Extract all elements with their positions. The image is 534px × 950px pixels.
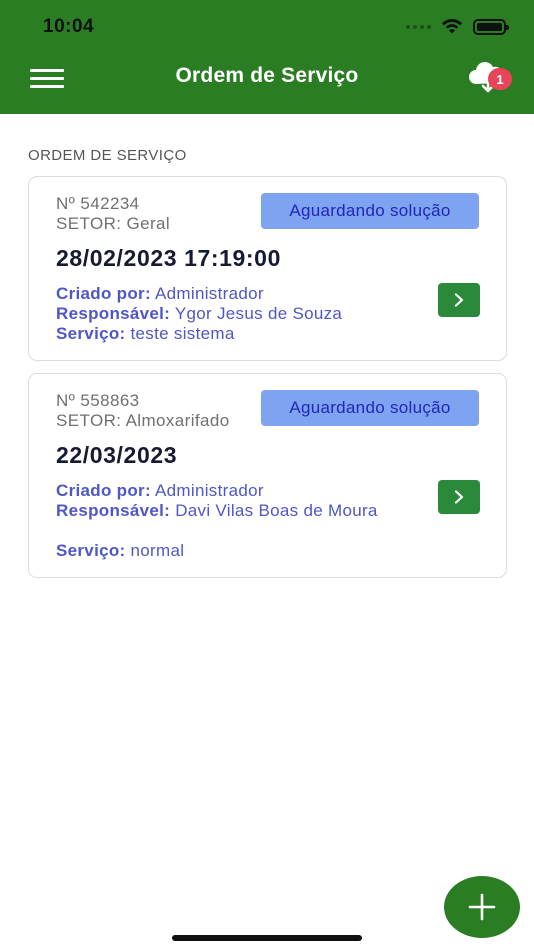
battery-icon: [473, 18, 509, 35]
responsible-line: Responsável: Ygor Jesus de Souza: [56, 304, 411, 324]
service-line: Serviço: teste sistema: [56, 324, 411, 344]
order-number: Nº 558863: [56, 391, 140, 410]
responsible-value: Ygor Jesus de Souza: [174, 304, 343, 323]
order-datetime: 22/03/2023: [56, 442, 178, 468]
created-by-line: Criado por: Administrador: [56, 481, 411, 501]
chevron-right-icon: [454, 293, 464, 307]
wifi-icon: [442, 18, 462, 34]
service-order-card: Nº 558863 SETOR: Almoxarifado Aguardando…: [28, 373, 507, 578]
responsible-label: Responsável:: [56, 501, 171, 520]
service-label: Serviço:: [56, 541, 126, 560]
responsible-line: Responsável: Davi Vilas Boas de Moura: [56, 501, 411, 521]
plus-icon: [468, 893, 496, 921]
created-by-value: Administrador: [155, 481, 264, 500]
created-by-value: Administrador: [155, 284, 264, 303]
home-indicator: [172, 935, 362, 941]
responsible-value: Davi Vilas Boas de Moura: [175, 501, 378, 520]
order-sector: SETOR: Almoxarifado: [56, 411, 230, 430]
section-title: ORDEM DE SERVIÇO: [28, 147, 187, 164]
status-badge: Aguardando solução: [261, 193, 479, 229]
service-order-card: Nº 542234 SETOR: Geral Aguardando soluçã…: [28, 176, 507, 361]
created-by-line: Criado por: Administrador: [56, 284, 411, 304]
open-order-button[interactable]: [438, 480, 480, 514]
status-icons: [406, 18, 509, 35]
add-order-button[interactable]: [444, 876, 520, 938]
page-title: Ordem de Serviço: [175, 64, 359, 87]
created-by-label: Criado por:: [56, 481, 151, 500]
status-bar: 10:04: [0, 0, 534, 56]
status-badge: Aguardando solução: [261, 390, 479, 426]
service-label: Serviço:: [56, 324, 126, 343]
service-value: teste sistema: [130, 324, 235, 343]
app-header: 10:04 Ordem de Serviço 1: [0, 0, 534, 114]
created-by-label: Criado por:: [56, 284, 151, 303]
status-time: 10:04: [43, 16, 95, 37]
order-datetime: 28/02/2023 17:19:00: [56, 245, 281, 271]
order-number: Nº 542234: [56, 194, 140, 213]
service-line: Serviço: normal: [56, 541, 411, 561]
order-sector: SETOR: Geral: [56, 214, 171, 233]
service-value: normal: [130, 541, 185, 560]
chevron-right-icon: [454, 490, 464, 504]
open-order-button[interactable]: [438, 283, 480, 317]
sync-button[interactable]: 1: [466, 60, 516, 98]
sync-count-badge: 1: [488, 68, 512, 90]
cellular-signal-icon: [406, 24, 431, 29]
responsible-label: Responsável:: [56, 304, 171, 323]
